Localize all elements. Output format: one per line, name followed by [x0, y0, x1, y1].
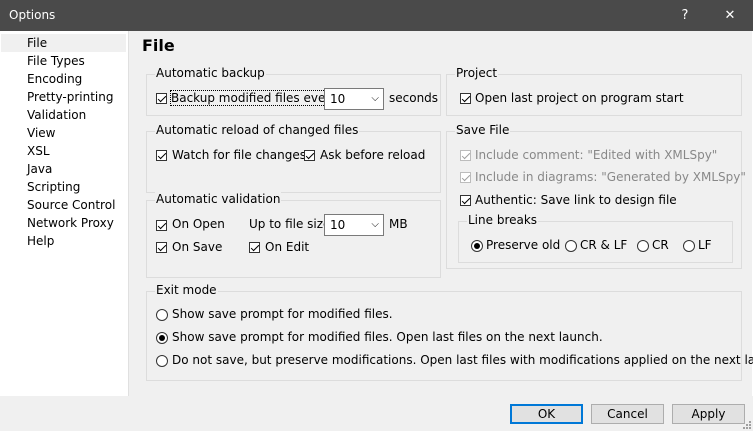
sidebar-item-validation[interactable]: Validation [1, 106, 126, 124]
automatic-validation-title: Automatic validation [155, 192, 282, 206]
authentic-link-checkbox[interactable] [460, 195, 471, 206]
line-break-cr-radio[interactable] [637, 240, 649, 252]
backup-interval-value: 10 [330, 92, 346, 106]
exit-mode-prompt-open-last-radio[interactable] [156, 332, 168, 344]
window-title: Options [9, 8, 56, 22]
exit-mode-prompt-radio[interactable] [156, 309, 168, 321]
sidebar-item-encoding[interactable]: Encoding [1, 70, 126, 88]
line-break-cr-label[interactable]: CR [652, 238, 669, 252]
save-file-group: Save File Include comment: "Edited with … [446, 123, 746, 269]
line-break-crlf-label[interactable]: CR & LF [580, 238, 627, 252]
exit-mode-title: Exit mode [155, 283, 218, 297]
sidebar-item-view[interactable]: View [1, 124, 126, 142]
validate-on-open-label[interactable]: On Open [172, 217, 225, 231]
line-break-preserve-radio[interactable] [471, 240, 483, 252]
chevron-down-icon: ⌵ [371, 93, 379, 104]
automatic-reload-title: Automatic reload of changed files [155, 123, 360, 137]
apply-button[interactable]: Apply [672, 404, 745, 424]
sidebar-item-file-types[interactable]: File Types [1, 52, 126, 70]
exit-mode-group: Exit mode Show save prompt for modified … [146, 283, 753, 381]
line-break-crlf-radio[interactable] [565, 240, 577, 252]
automatic-validation-group: Automatic validation On Open Up to file … [146, 192, 441, 278]
exit-mode-preserve-radio[interactable] [156, 355, 168, 367]
file-size-label: Up to file size [249, 217, 331, 231]
options-panel: File Automatic backup Backup modified fi… [129, 31, 753, 396]
cancel-button[interactable]: Cancel [591, 404, 664, 424]
include-diagrams-label[interactable]: Include in diagrams: "Generated by XMLSp… [475, 170, 746, 184]
backup-interval-select[interactable]: 10 ⌵ [324, 88, 384, 110]
include-diagrams-checkbox[interactable] [460, 172, 471, 183]
dialog-footer: OK Cancel Apply [0, 396, 753, 431]
file-size-value: 10 [330, 218, 346, 232]
page-title: File [142, 36, 175, 55]
project-group: Project Open last project on program sta… [446, 66, 742, 116]
line-breaks-title: Line breaks [467, 213, 539, 227]
exit-mode-preserve-label[interactable]: Do not save, but preserve modifications.… [172, 353, 753, 367]
close-button[interactable]: ✕ [709, 0, 751, 31]
backup-unit: seconds [389, 91, 439, 105]
line-break-preserve-label[interactable]: Preserve old [486, 238, 560, 252]
authentic-link-label[interactable]: Authentic: Save link to design file [475, 193, 677, 207]
sidebar-item-java[interactable]: Java [1, 160, 126, 178]
sidebar-item-help[interactable]: Help [1, 232, 126, 250]
automatic-backup-group: Automatic backup Backup modified files e… [146, 66, 441, 116]
file-size-unit: MB [389, 217, 408, 231]
resize-grip-icon[interactable] [741, 419, 751, 429]
validate-on-edit-label[interactable]: On Edit [265, 240, 309, 254]
automatic-backup-title: Automatic backup [155, 66, 266, 80]
line-break-lf-radio[interactable] [683, 240, 695, 252]
include-comment-checkbox[interactable] [460, 150, 471, 161]
automatic-reload-group: Automatic reload of changed files Watch … [146, 123, 441, 193]
include-comment-label[interactable]: Include comment: "Edited with XMLSpy" [475, 148, 717, 162]
exit-mode-prompt-open-last-label[interactable]: Show save prompt for modified files. Ope… [172, 330, 603, 344]
category-list: File File Types Encoding Pretty-printing… [1, 31, 129, 396]
backup-checkbox-label[interactable]: Backup modified files every [169, 90, 339, 106]
watch-changes-checkbox[interactable] [156, 150, 167, 161]
save-file-title: Save File [455, 123, 511, 137]
sidebar-item-file[interactable]: File [1, 34, 126, 52]
sidebar-item-scripting[interactable]: Scripting [1, 178, 126, 196]
help-button[interactable]: ? [664, 0, 706, 31]
line-breaks-group: Line breaks Preserve old CR & LF CR LF [458, 213, 733, 263]
exit-mode-prompt-label[interactable]: Show save prompt for modified files. [172, 307, 393, 321]
chevron-down-icon: ⌵ [371, 219, 379, 230]
ok-button[interactable]: OK [510, 404, 583, 424]
file-size-select[interactable]: 10 ⌵ [324, 214, 384, 236]
line-break-lf-label[interactable]: LF [698, 238, 712, 252]
sidebar-item-pretty-printing[interactable]: Pretty-printing [1, 88, 126, 106]
validate-on-edit-checkbox[interactable] [249, 242, 260, 253]
validate-on-open-checkbox[interactable] [156, 220, 167, 231]
backup-checkbox[interactable] [156, 93, 167, 104]
sidebar-item-xsl[interactable]: XSL [1, 142, 126, 160]
title-bar: Options ? ✕ [0, 0, 753, 31]
sidebar-item-source-control[interactable]: Source Control [1, 196, 126, 214]
validate-on-save-label[interactable]: On Save [172, 240, 222, 254]
validate-on-save-checkbox[interactable] [156, 242, 167, 253]
open-last-project-label[interactable]: Open last project on program start [475, 91, 684, 105]
ask-before-reload-checkbox[interactable] [304, 150, 315, 161]
ask-before-reload-label[interactable]: Ask before reload [320, 148, 425, 162]
sidebar-item-network-proxy[interactable]: Network Proxy [1, 214, 126, 232]
open-last-project-checkbox[interactable] [460, 93, 471, 104]
project-title: Project [455, 66, 499, 80]
watch-changes-label[interactable]: Watch for file changes [172, 148, 306, 162]
